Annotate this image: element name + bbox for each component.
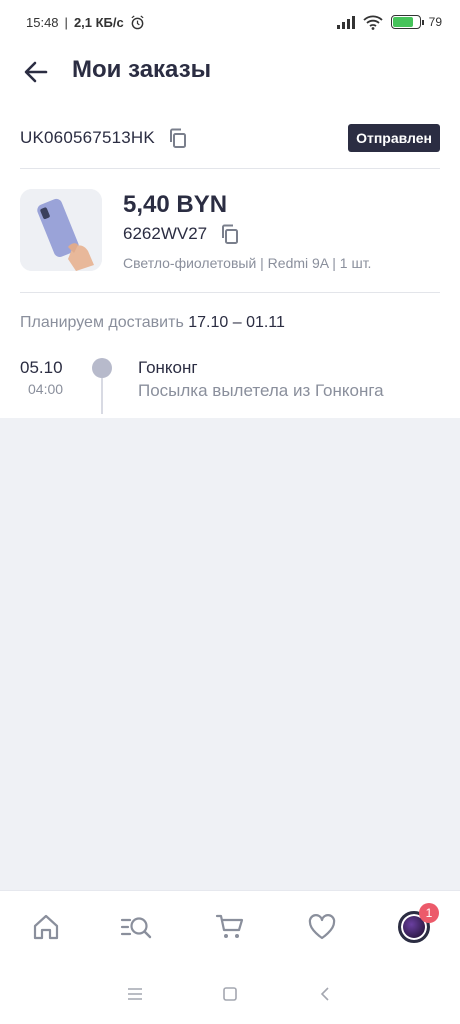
- divider: [20, 168, 440, 169]
- event-description: Посылка вылетела из Гонконга: [138, 381, 384, 400]
- product-meta: Светло-фиолетовый | Redmi 9A | 1 шт.: [123, 255, 372, 271]
- favorites-heart-icon: [308, 914, 336, 940]
- product-sku-row: 6262WV27: [123, 223, 241, 245]
- copy-tracking-icon[interactable]: [167, 127, 189, 149]
- page-title: Мои заказы: [72, 56, 212, 83]
- order-content: Мои заказы UK060567513HK Отправлен 5,40 …: [0, 44, 460, 418]
- divider: [20, 292, 440, 293]
- timeline-line: [101, 378, 103, 414]
- status-badge: Отправлен: [348, 124, 440, 152]
- tracking-number: UK060567513HK: [20, 128, 155, 147]
- nav-home[interactable]: [24, 905, 68, 949]
- cart-icon: [215, 914, 244, 938]
- phone-case-image: [20, 189, 102, 271]
- home-icon: [33, 914, 59, 940]
- system-nav: [0, 964, 460, 1024]
- menu-icon[interactable]: [125, 984, 145, 1004]
- catalog-search-icon: [120, 917, 152, 939]
- status-left: 15:48 | 2,1 КБ/с: [26, 15, 145, 30]
- timeline-dot: [92, 358, 112, 378]
- nav-cart[interactable]: [208, 905, 252, 949]
- product-card[interactable]: 5,40 BYN 6262WV27 Светло-фиолетовый | Re…: [20, 189, 440, 273]
- header: Мои заказы: [0, 44, 460, 100]
- battery-percent: 79: [428, 15, 442, 29]
- status-speed: 2,1 КБ/с: [73, 14, 124, 30]
- status-time: 15:48: [26, 14, 59, 30]
- signal-icon: [336, 15, 355, 29]
- home-square-icon[interactable]: [220, 984, 240, 1004]
- event-time: 04:00: [28, 381, 64, 397]
- notification-badge: 1: [419, 903, 439, 923]
- battery-icon: [390, 15, 424, 29]
- bottom-nav: [0, 890, 460, 964]
- delivery-label: Планируем доставить: [20, 314, 184, 331]
- tracking-row: UK060567513HK Отправлен: [20, 122, 440, 154]
- back-chevron-icon[interactable]: [316, 984, 336, 1004]
- status-right: 79: [336, 15, 442, 30]
- alarm-icon: [131, 14, 144, 29]
- back-arrow-icon[interactable]: [22, 58, 50, 86]
- event-place: Гонконг: [138, 358, 198, 377]
- copy-sku-icon[interactable]: [219, 223, 241, 245]
- tracking-event: 05.10 04:00 Гонконг Посылка вылетела из …: [20, 356, 440, 416]
- product-price: 5,40 BYN: [123, 191, 228, 218]
- event-date: 05.10: [20, 358, 63, 377]
- status-bar: 15:48 | 2,1 КБ/с 79: [0, 0, 460, 44]
- delivery-dates: 17.10 – 01.11: [188, 314, 285, 331]
- product-sku: 6262WV27: [123, 224, 208, 243]
- status-separator: |: [64, 14, 68, 30]
- product-image: [20, 189, 102, 271]
- delivery-estimate: Планируем доставить 17.10 – 01.11: [20, 314, 285, 332]
- nav-favorites[interactable]: [300, 905, 344, 949]
- nav-catalog[interactable]: [114, 905, 158, 949]
- wifi-icon: [363, 15, 383, 30]
